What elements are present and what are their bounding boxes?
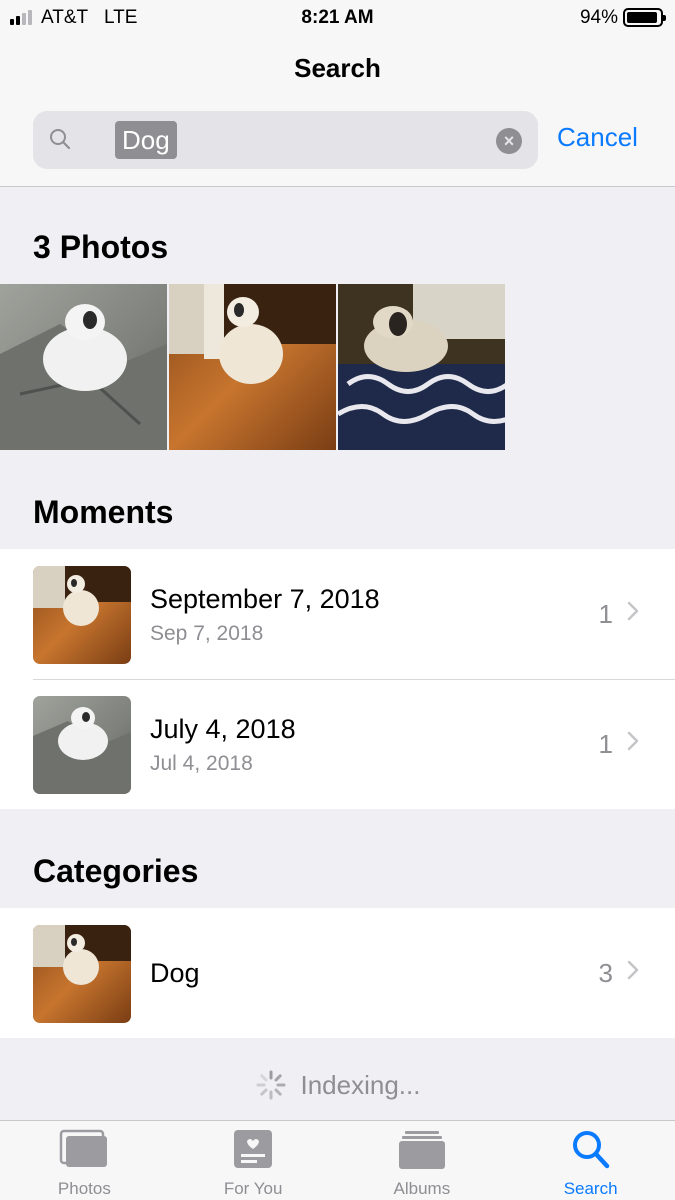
chevron-right-icon xyxy=(627,731,639,751)
search-token[interactable]: Dog xyxy=(115,121,177,159)
magnifier-icon xyxy=(50,129,71,150)
categories-section-title: Categories xyxy=(33,853,199,889)
tab-albums[interactable]: Albums xyxy=(338,1121,507,1200)
cat-on-wood-floor-photo xyxy=(169,284,336,450)
cancel-button[interactable]: Cancel xyxy=(557,122,638,153)
spinner-icon xyxy=(256,1070,285,1100)
status-time: 8:21 AM xyxy=(301,7,374,28)
albums-icon xyxy=(398,1131,445,1169)
tab-photos[interactable]: Photos xyxy=(0,1121,169,1200)
search-icon xyxy=(572,1131,609,1169)
tab-search[interactable]: Search xyxy=(506,1121,675,1200)
photos-icon xyxy=(60,1129,108,1167)
category-thumbnail xyxy=(33,925,131,1023)
tab-for-you[interactable]: For You xyxy=(169,1121,338,1200)
moment-thumbnail xyxy=(33,696,131,794)
nav-header: Search Dog × Cancel xyxy=(0,36,675,187)
category-title: Dog xyxy=(150,958,200,988)
indexing-label: Indexing... xyxy=(300,1069,421,1100)
moment-row[interactable]: September 7, 2018 Sep 7, 2018 1 xyxy=(0,549,675,679)
photo-thumbnail[interactable] xyxy=(338,284,505,450)
cat-on-wood-floor-photo xyxy=(33,566,131,664)
moment-thumbnail xyxy=(33,566,131,664)
page-title: Search xyxy=(294,53,381,83)
chevron-right-icon xyxy=(627,960,639,980)
category-row[interactable]: Dog 3 xyxy=(0,908,675,1038)
photo-thumbnail[interactable] xyxy=(0,284,167,450)
moment-date: Jul 4, 2018 xyxy=(150,752,253,775)
tab-label: Albums xyxy=(393,1179,451,1198)
cat-on-cushion-photo xyxy=(338,284,505,450)
moment-date: Sep 7, 2018 xyxy=(150,622,264,645)
moment-title: July 4, 2018 xyxy=(150,714,296,744)
photos-section-title: 3 Photos xyxy=(33,229,169,265)
search-input[interactable]: Dog × xyxy=(33,111,538,169)
battery-icon xyxy=(623,8,666,27)
tab-bar: Photos For You Albums Search xyxy=(0,1120,675,1200)
cat-on-wood-floor-photo xyxy=(33,925,131,1023)
moments-list: September 7, 2018 Sep 7, 2018 1 July 4, … xyxy=(0,549,675,809)
moment-row[interactable]: July 4, 2018 Jul 4, 2018 1 xyxy=(0,679,675,809)
moment-count: 1 xyxy=(598,729,613,759)
moment-title: September 7, 2018 xyxy=(150,584,380,614)
status-bar: AT&T LTE 8:21 AM 94% xyxy=(0,0,675,36)
for-you-icon xyxy=(234,1130,273,1168)
tab-label: For You xyxy=(223,1179,283,1198)
battery-percent: 94% xyxy=(579,7,618,28)
clear-search-button[interactable]: × xyxy=(496,128,522,154)
moments-section-title: Moments xyxy=(33,494,174,530)
cat-on-stone-photo xyxy=(33,696,131,794)
tab-label: Search xyxy=(563,1179,618,1198)
tab-label: Photos xyxy=(57,1179,111,1198)
category-count: 3 xyxy=(598,958,613,988)
categories-list: Dog 3 xyxy=(0,908,675,1038)
indexing-status: Indexing... xyxy=(0,1069,675,1101)
photo-grid xyxy=(0,284,505,450)
cat-on-stone-photo xyxy=(0,284,167,450)
moment-count: 1 xyxy=(598,599,613,629)
photo-thumbnail[interactable] xyxy=(169,284,336,450)
chevron-right-icon xyxy=(627,601,639,621)
